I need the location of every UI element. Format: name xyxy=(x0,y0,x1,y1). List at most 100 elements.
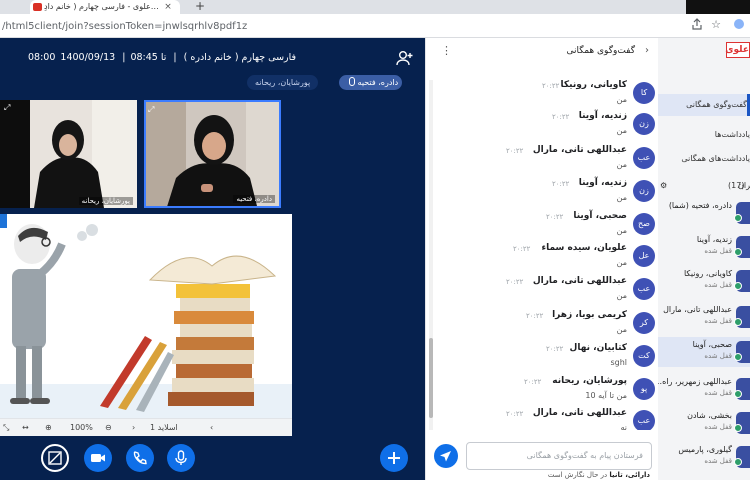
webcam-video[interactable]: ⤢ پورشایان، ریحانه xyxy=(0,100,137,208)
gear-icon[interactable]: ⚙ xyxy=(660,178,667,194)
previous-slide-icon[interactable]: ‹ xyxy=(210,421,213,435)
user-item[interactable]: صحبی، آوینا قفل شده xyxy=(658,337,750,367)
fit-width-icon[interactable]: ↔ xyxy=(22,421,29,435)
chat-message-input[interactable]: فرستادن پیام به گفت‌وگوی همگانی xyxy=(466,442,652,470)
chevron-left-icon[interactable]: ‹ xyxy=(645,45,649,56)
chat-message: کر کریمی بویا، زهرا ۲۰:۲۲ من xyxy=(426,310,659,344)
webcam-video-active[interactable]: ⤢ دادره، فتحیه xyxy=(144,100,281,208)
chat-message: عب عبداللهی تانی، مارال ۲۰:۲۲ من xyxy=(426,276,659,310)
session-info: 08:00 تا 08:45 | 1400/09/13 | فارسی چهار… xyxy=(26,52,298,63)
favicon-icon xyxy=(33,3,42,11)
message-time: ۲۰:۲۲ xyxy=(552,180,570,188)
message-text: من تا آیه 10 xyxy=(585,391,627,400)
chat-message: صح صحبی، آوینا ۲۰:۲۲ من xyxy=(426,211,659,245)
notes-heading: یادداشت‌ها xyxy=(714,130,750,139)
meeting-header: 08:00 تا 08:45 | 1400/09/13 | فارسی چهار… xyxy=(0,38,425,78)
tab-close-icon[interactable]: × xyxy=(162,0,174,14)
chat-message-list: کا کاویانی، رونیکا ۲۰:۲۲ من زن زندیه، آو… xyxy=(426,80,659,430)
url-field[interactable]: /html5client/join?sessionToken=jnwlsqrhl… xyxy=(0,18,660,35)
message-time: ۲۰:۲۲ xyxy=(552,113,570,121)
avatar: عب xyxy=(633,147,655,169)
media-controls xyxy=(0,442,425,480)
chat-header: ‹ گفت‌وگوی همگانی ⋮ xyxy=(426,38,659,64)
share-icon[interactable] xyxy=(690,18,704,32)
typing-text: در حال نگارش است xyxy=(547,471,608,479)
chat-message: عب عبداللهی تانی، مارال ۲۰:۲۲ من xyxy=(426,145,659,179)
mic-status-icon xyxy=(734,353,742,361)
sidebar-item-public-chat[interactable]: گفت‌وگوی همگانی xyxy=(658,94,750,116)
avatar: صح xyxy=(633,213,655,235)
message-time: ۲۰:۲۲ xyxy=(542,82,560,90)
audio-phone-button[interactable] xyxy=(126,444,154,472)
user-item[interactable]: کاویانی، رونیکا قفل شده xyxy=(658,266,750,296)
message-author: کریمی بویا، زهرا xyxy=(552,310,627,320)
user-item[interactable]: زندیه، آوینا قفل شده xyxy=(658,232,750,262)
send-message-button[interactable] xyxy=(434,444,458,468)
message-author: زندیه، آوینا xyxy=(578,111,627,121)
mic-status-icon xyxy=(734,390,742,398)
browser-tab[interactable]: علوی - فارسی چهارم ( خانم دادِ… xyxy=(30,0,180,14)
message-text: من xyxy=(616,325,627,334)
typing-user: دارائی، تانیا xyxy=(609,471,650,479)
camera-button[interactable] xyxy=(84,444,112,472)
mic-status-icon xyxy=(734,214,742,222)
participants-icon[interactable] xyxy=(396,50,414,66)
users-heading-label: کاربران xyxy=(738,181,750,190)
message-time: ۲۰:۲۲ xyxy=(546,213,564,221)
user-item[interactable]: دادره، فتحیه (شما) xyxy=(658,198,750,228)
video-name: پورشایان، ریحانه xyxy=(78,197,133,205)
chat-message: زن زندیه، آوینا ۲۰:۲۲ من xyxy=(426,111,659,145)
user-item[interactable]: عبداللهی تانی، مارال قفل شده xyxy=(658,302,750,332)
fullscreen-icon[interactable]: ⤢ xyxy=(4,103,13,112)
avatar xyxy=(734,412,750,434)
user-name: بخشی، شادن xyxy=(687,411,732,420)
slide-select[interactable]: اسلاید 1 xyxy=(150,421,178,435)
next-slide-icon[interactable]: › xyxy=(132,421,135,435)
webcam-feed-image xyxy=(0,100,137,208)
user-name: زندیه، آوینا xyxy=(696,235,732,244)
actions-plus-button[interactable] xyxy=(380,444,408,472)
bookmark-star-icon[interactable]: ☆ xyxy=(709,18,723,32)
users-heading: ⚙ (17) کاربران xyxy=(658,178,750,194)
active-speaker-name: دادره، فتحیه xyxy=(357,78,399,87)
user-item[interactable]: عبداللهی زمهریر، راه… قفل شده xyxy=(658,374,750,404)
message-text: من xyxy=(616,226,627,235)
speaker-chip: پورشایان، ریحانه xyxy=(247,75,319,90)
microphone-button[interactable] xyxy=(167,444,195,472)
mic-status-icon xyxy=(734,458,742,466)
webcam-feed-image xyxy=(146,102,279,206)
message-author: صحبی، آوینا xyxy=(573,211,627,221)
avatar xyxy=(734,446,750,468)
avatar xyxy=(734,236,750,258)
user-item[interactable]: بخشی، شادن قفل شده xyxy=(658,408,750,438)
tab-title: علوی - فارسی چهارم ( خانم دادِ… xyxy=(44,2,159,11)
chat-message: عل علویان، سیده سماء ۲۰:۲۲ من xyxy=(426,243,659,277)
user-item[interactable]: گیلوری، پارمیس قفل شده xyxy=(658,442,750,472)
message-text: من xyxy=(616,126,627,135)
slide-controls-bar: ⤡ ↔ ⊕ 100% ⊖ › اسلاید 1 ‹ xyxy=(0,418,292,436)
mic-status-icon xyxy=(734,318,742,326)
profile-icon[interactable] xyxy=(732,18,746,32)
chat-message: عب عبداللهی تانی، مارال ۲۰:۲۲ نه xyxy=(426,408,659,430)
chat-message: پو پورشایان، ریحانه ۲۰:۲۲ من تا آیه 10 xyxy=(426,376,659,410)
new-tab-button[interactable]: + xyxy=(193,0,207,14)
message-author: پورشایان، ریحانه xyxy=(552,376,627,386)
fullscreen-icon[interactable]: ⤢ xyxy=(148,105,157,114)
message-time: ۲۰:۲۲ xyxy=(526,312,544,320)
browser-tab-bar: علوی - فارسی چهارم ( خانم دادِ… × + xyxy=(0,0,750,14)
fit-icon[interactable]: ⤡ xyxy=(3,421,9,435)
user-status: قفل شده xyxy=(704,281,732,289)
screen-share-button[interactable] xyxy=(41,444,69,472)
message-author: عبداللهی تانی، مارال xyxy=(532,145,627,155)
avatar xyxy=(734,306,750,328)
zoom-in-icon[interactable]: ⊕ xyxy=(45,421,52,435)
user-status: قفل شده xyxy=(704,247,732,255)
message-time: ۲۰:۲۲ xyxy=(506,278,524,286)
address-bar: /html5client/join?sessionToken=jnwlsqrhl… xyxy=(0,14,750,38)
zoom-out-icon[interactable]: ⊖ xyxy=(105,421,112,435)
sidebar-item-shared-notes[interactable]: یادداشت‌های همگانی xyxy=(658,148,750,170)
more-vertical-icon[interactable]: ⋮ xyxy=(441,44,452,57)
avatar: عل xyxy=(633,245,655,267)
presentation-slide: ⤡ ↔ ⊕ 100% ⊖ › اسلاید 1 ‹ xyxy=(0,214,292,436)
avatar: زن xyxy=(633,180,655,202)
